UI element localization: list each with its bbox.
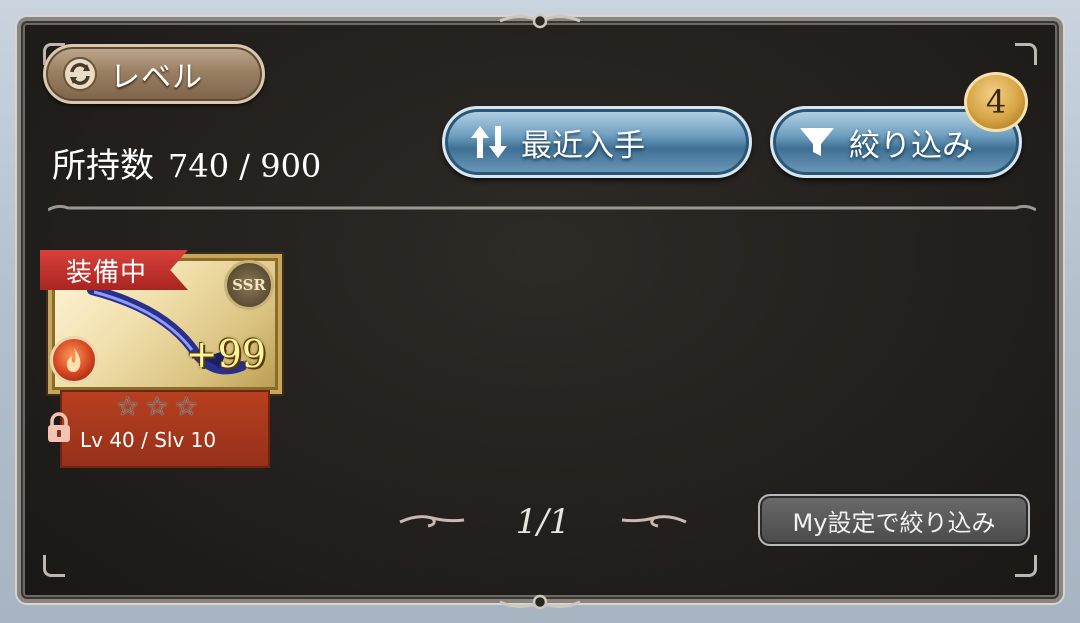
page-next-icon[interactable] — [620, 512, 688, 532]
holdings-value: 740 / 900 — [168, 147, 322, 185]
plus-value: +99 — [185, 332, 266, 376]
holdings-count: 所持数 740 / 900 — [52, 138, 321, 187]
weapon-card[interactable]: 装備中 SSR +99 ☆☆☆ Lv 40 / Slv 10 — [40, 250, 282, 475]
frame-ornament — [499, 594, 581, 610]
section-divider — [48, 204, 1036, 212]
page-indicator: 1/1 — [515, 502, 571, 542]
sort-mode-label: レベル — [110, 60, 203, 95]
lock-icon — [48, 412, 70, 442]
fire-element-icon — [50, 336, 98, 384]
level-text: Lv 40 / Slv 10 — [80, 428, 217, 452]
my-settings-filter-button[interactable]: My設定で絞り込み — [758, 494, 1030, 546]
frame-corner — [1015, 555, 1037, 577]
sort-mode-button[interactable]: レベル — [43, 44, 265, 104]
filter-label: 絞り込み — [849, 127, 973, 164]
flame-icon — [66, 348, 81, 372]
sort-arrows-icon — [471, 126, 507, 158]
sort-recent-button[interactable]: 最近入手 — [442, 106, 752, 178]
frame-corner — [43, 555, 65, 577]
sort-recent-label: 最近入手 — [521, 127, 645, 164]
filter-count-badge: 4 — [964, 72, 1028, 132]
cycle-icon — [63, 57, 97, 91]
pagination: 1/1 — [398, 500, 688, 544]
page-prev-icon[interactable] — [398, 512, 466, 532]
funnel-icon — [800, 128, 834, 156]
frame-corner — [1015, 43, 1037, 65]
frame-ornament — [499, 13, 581, 29]
uncap-stars: ☆☆☆ — [116, 392, 204, 422]
equipped-ribbon: 装備中 — [40, 250, 188, 290]
rarity-badge: SSR — [224, 260, 274, 310]
holdings-label: 所持数 — [52, 146, 154, 186]
